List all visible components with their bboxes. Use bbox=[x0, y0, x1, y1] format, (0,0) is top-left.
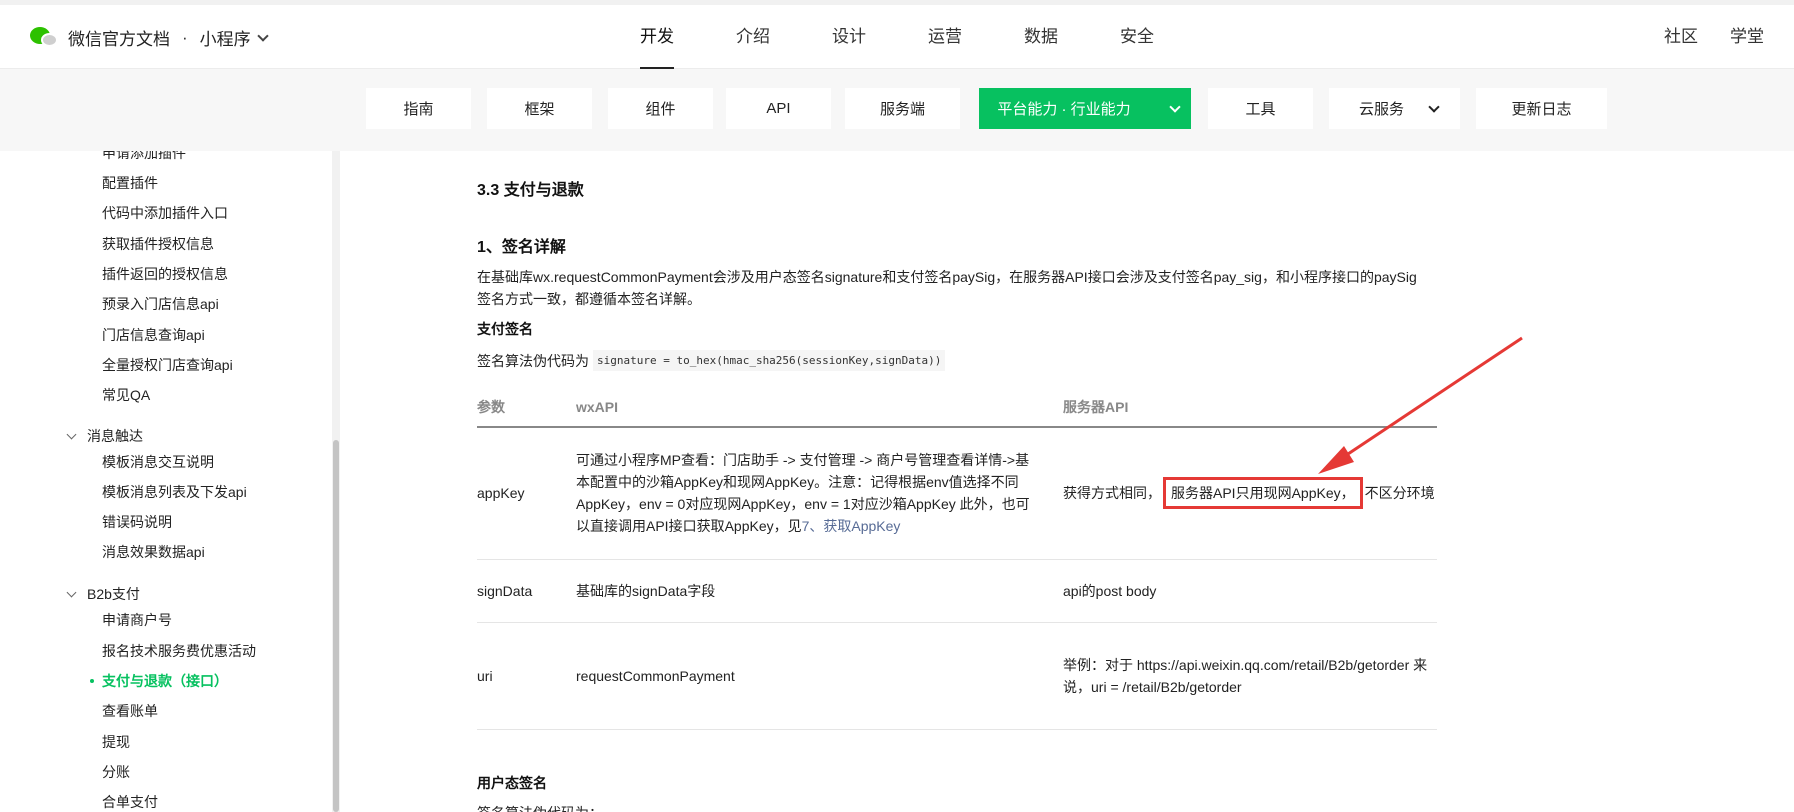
user-sign-pseudo-label: 签名算法伪代码为： bbox=[477, 803, 603, 812]
tab-framework[interactable]: 框架 bbox=[487, 88, 592, 129]
tab-api[interactable]: API bbox=[726, 88, 831, 129]
product-switcher[interactable]: 小程序 bbox=[199, 25, 269, 50]
sub-nav: 指南 框架 组件 API 服务端 平台能力 · 行业能力 工具 云服务 更新日志 bbox=[0, 69, 1794, 151]
sidebar-group-message[interactable]: 消息触达 bbox=[66, 426, 143, 446]
get-appkey-link[interactable]: 7、获取AppKey bbox=[802, 518, 901, 534]
right-nav: 社区 学堂 bbox=[1632, 5, 1764, 69]
pseudo-code-label: 签名算法伪代码为 bbox=[477, 352, 589, 369]
appkey-server-text: 不区分环境 bbox=[1364, 485, 1435, 502]
sidebar-item[interactable]: 提现 bbox=[102, 732, 130, 752]
signature-description: 在基础库wx.requestCommonPayment会涉及用户态签名signa… bbox=[477, 269, 1417, 307]
nav-data[interactable]: 数据 bbox=[1024, 5, 1058, 69]
table-cell: 举例：对于 https://api.weixin.qq.com/retail/B… bbox=[1063, 622, 1437, 730]
sidebar-group-label: B2b支付 bbox=[87, 586, 140, 602]
table-row: signData 基础库的signData字段 api的post body bbox=[477, 559, 1437, 623]
nav-operation[interactable]: 运营 bbox=[928, 5, 962, 69]
table-header: 参数 bbox=[477, 387, 576, 428]
main-nav: 开发 介绍 设计 运营 数据 安全 bbox=[640, 5, 1216, 70]
active-bullet-icon bbox=[90, 679, 94, 683]
sidebar-item[interactable]: 门店信息查询api bbox=[102, 325, 205, 345]
brand[interactable]: 微信官方文档 · 小程序 bbox=[30, 25, 269, 50]
chevron-down-icon bbox=[66, 587, 77, 597]
sidebar-item[interactable]: 申请商户号 bbox=[102, 610, 172, 630]
annotation-arrow-icon bbox=[1318, 336, 1523, 474]
tab-platform-capability[interactable]: 平台能力 · 行业能力 bbox=[979, 88, 1191, 129]
sidebar-item[interactable]: 查看账单 bbox=[102, 701, 158, 721]
chevron-down-icon bbox=[257, 29, 269, 42]
signature-table: 参数 wxAPI 服务器API appKey 可通过小程序MP查看：门店助手 -… bbox=[477, 387, 1437, 730]
tab-label: API bbox=[766, 100, 791, 117]
tab-tools[interactable]: 工具 bbox=[1208, 88, 1313, 129]
top-header: 微信官方文档 · 小程序 开发 介绍 设计 运营 数据 安全 社区 学堂 bbox=[0, 0, 1794, 70]
table-header: wxAPI bbox=[576, 387, 1063, 428]
sidebar-item[interactable]: 全量授权门店查询api bbox=[102, 355, 233, 375]
nav-design[interactable]: 设计 bbox=[832, 5, 866, 69]
table-cell: signData bbox=[477, 559, 576, 623]
sidebar-group-b2b[interactable]: B2b支付 bbox=[66, 584, 140, 604]
tab-label: 指南 bbox=[403, 101, 434, 118]
appkey-server-text: 获得方式相同， bbox=[1063, 485, 1161, 502]
sidebar-item[interactable]: 获取插件授权信息 bbox=[102, 234, 214, 254]
tab-label: 组件 bbox=[645, 101, 676, 118]
table-cell: 基础库的signData字段 bbox=[576, 559, 1063, 623]
annotation-arrow-line bbox=[1335, 336, 1523, 464]
sidebar-scrollbar-thumb[interactable] bbox=[333, 440, 339, 812]
section-title: 3.3 支付与退款 bbox=[477, 182, 584, 199]
tab-changelog[interactable]: 更新日志 bbox=[1476, 88, 1607, 129]
tab-label: 工具 bbox=[1245, 101, 1276, 118]
tab-server[interactable]: 服务端 bbox=[845, 88, 960, 129]
sidebar-item-active[interactable]: 支付与退款（接口） bbox=[102, 671, 228, 691]
nav-security[interactable]: 安全 bbox=[1120, 5, 1154, 69]
sidebar-item[interactable]: 代码中添加插件入口 bbox=[102, 203, 228, 223]
nav-develop[interactable]: 开发 bbox=[640, 5, 674, 70]
nav-intro[interactable]: 介绍 bbox=[736, 5, 770, 69]
user-sign-label: 用户态签名 bbox=[477, 775, 547, 791]
sidebar-item[interactable]: 配置插件 bbox=[102, 173, 158, 193]
tab-label: 框架 bbox=[524, 101, 555, 118]
sidebar-group-label: 消息触达 bbox=[87, 428, 143, 444]
sidebar-item[interactable]: 申请添加插件 bbox=[102, 151, 186, 163]
table-cell: api的post body bbox=[1063, 559, 1437, 623]
brand-separator: · bbox=[182, 27, 188, 47]
sidebar-item[interactable]: 预录入门店信息api bbox=[102, 294, 219, 314]
product-switcher-label: 小程序 bbox=[199, 30, 251, 49]
sidebar-item[interactable]: 模板消息交互说明 bbox=[102, 452, 214, 472]
table-cell: requestCommonPayment bbox=[576, 622, 1063, 730]
chevron-down-icon bbox=[1428, 100, 1440, 113]
sidebar-item[interactable]: 错误码说明 bbox=[102, 512, 172, 532]
pseudo-code: signature = to_hex(hmac_sha256(sessionKe… bbox=[593, 350, 946, 371]
tab-components[interactable]: 组件 bbox=[608, 88, 713, 129]
table-row: appKey 可通过小程序MP查看：门店助手 -> 支付管理 -> 商户号管理查… bbox=[477, 427, 1437, 560]
table-cell: uri bbox=[477, 622, 576, 730]
pseudo-code-line: 签名算法伪代码为 signature = to_hex(hmac_sha256(… bbox=[477, 350, 946, 371]
chevron-down-icon bbox=[66, 429, 77, 439]
sidebar-item[interactable]: 合单支付 bbox=[102, 792, 158, 812]
heading-signature: 1、签名详解 bbox=[477, 239, 566, 256]
tab-label: 更新日志 bbox=[1511, 101, 1572, 118]
sidebar-item[interactable]: 模板消息列表及下发api bbox=[102, 482, 247, 502]
tab-guide[interactable]: 指南 bbox=[366, 88, 471, 129]
brand-title[interactable]: 微信官方文档 bbox=[68, 25, 170, 50]
sidebar-item[interactable]: 分账 bbox=[102, 762, 130, 782]
nav-community[interactable]: 社区 bbox=[1664, 5, 1698, 69]
nav-academy[interactable]: 学堂 bbox=[1730, 5, 1764, 69]
annotation-arrow-head bbox=[1318, 446, 1354, 474]
sidebar-item[interactable]: 插件返回的授权信息 bbox=[102, 264, 228, 284]
highlight-box: 服务器API只用现网AppKey， bbox=[1163, 477, 1363, 510]
tab-label: 服务端 bbox=[879, 101, 925, 118]
sidebar: 申请添加插件 配置插件 代码中添加插件入口 获取插件授权信息 插件返回的授权信息… bbox=[0, 151, 336, 812]
tab-label: 平台能力 · 行业能力 bbox=[997, 101, 1131, 118]
table-cell: 可通过小程序MP查看：门店助手 -> 支付管理 -> 商户号管理查看详情->基本… bbox=[576, 427, 1063, 560]
table-cell: appKey bbox=[477, 427, 576, 560]
table-row: uri requestCommonPayment 举例：对于 https://a… bbox=[477, 622, 1437, 730]
sidebar-item[interactable]: 常见QA bbox=[102, 385, 150, 405]
tab-label: 云服务 bbox=[1358, 101, 1404, 118]
sidebar-item[interactable]: 报名技术服务费优惠活动 bbox=[102, 641, 256, 661]
tab-cloud[interactable]: 云服务 bbox=[1329, 88, 1460, 129]
chevron-down-icon bbox=[1169, 100, 1181, 113]
pay-sign-label: 支付签名 bbox=[477, 321, 533, 337]
wechat-logo-icon bbox=[30, 26, 58, 49]
sidebar-item[interactable]: 消息效果数据api bbox=[102, 542, 205, 562]
